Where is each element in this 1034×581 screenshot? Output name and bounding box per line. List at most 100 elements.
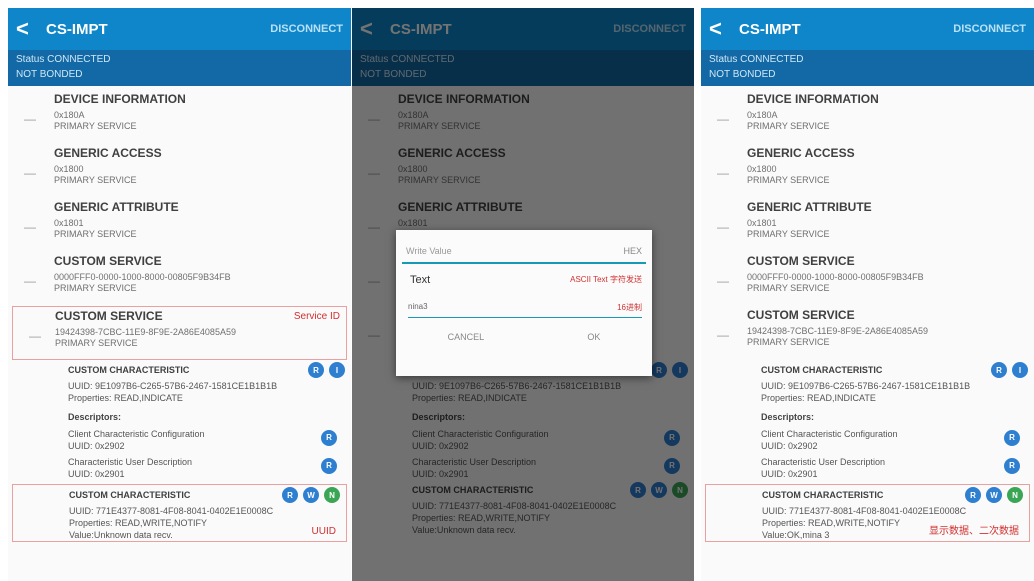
expand-icon[interactable]: — xyxy=(24,220,36,234)
service-item[interactable]: — GENERIC ATTRIBUTE 0x1801 PRIMARY SERVI… xyxy=(8,198,351,252)
write-button[interactable]: W xyxy=(303,487,319,503)
service-uuid: 0x180A xyxy=(54,110,85,120)
descriptor-uuid: UUID: 0x2902 xyxy=(68,441,125,451)
descriptors-heading: Descriptors: xyxy=(68,412,122,422)
dialog-actions: CANCEL OK xyxy=(396,332,652,342)
value-input[interactable]: nina3 16进制 xyxy=(408,302,642,318)
service-list: — DEVICE INFORMATION 0x180A PRIMARY SERV… xyxy=(701,86,1034,542)
write-value-dialog: Write Value HEX Text ASCII Text 字符发送 nin… xyxy=(396,230,652,376)
characteristic-actions: R W N xyxy=(282,487,340,503)
descriptors-heading: Descriptors: xyxy=(761,412,815,422)
descriptor-read-button[interactable]: R xyxy=(1004,430,1020,446)
service-uuid: 0x180A xyxy=(747,110,778,120)
service-item[interactable]: — CUSTOM SERVICE 0000FFF0-0000-1000-8000… xyxy=(701,252,1034,306)
expand-icon[interactable]: — xyxy=(717,274,729,288)
characteristic-actions: R I xyxy=(991,362,1028,378)
indicate-button[interactable]: I xyxy=(329,362,345,378)
read-button[interactable]: R xyxy=(991,362,1007,378)
service-item[interactable]: — CUSTOM SERVICE 19424398-7CBC-11E9-8F9E… xyxy=(701,306,1034,360)
service-uuid: 0x1801 xyxy=(54,218,84,228)
service-id-annotation: Service ID xyxy=(293,311,340,322)
read-button[interactable]: R xyxy=(965,487,981,503)
app-bar: < CS-IMPT DISCONNECT xyxy=(701,8,1034,50)
screen-panel-3: < CS-IMPT DISCONNECT Status CONNECTED NO… xyxy=(701,8,1034,581)
characteristic-item-highlighted: R W N CUSTOM CHARACTERISTIC UUID: 771E43… xyxy=(705,484,1030,542)
service-type: PRIMARY SERVICE xyxy=(54,283,137,293)
disconnect-button[interactable]: DISCONNECT xyxy=(953,23,1026,35)
app-title: CS-IMPT xyxy=(739,20,801,38)
descriptor-item: R Client Characteristic Configuration UU… xyxy=(68,424,343,452)
service-item[interactable]: — GENERIC ATTRIBUTE 0x1801 PRIMARY SERVI… xyxy=(701,198,1034,252)
descriptor-name: Client Characteristic Configuration xyxy=(761,429,898,439)
service-name: CUSTOM SERVICE xyxy=(747,308,855,322)
expand-icon[interactable]: — xyxy=(717,112,729,126)
expand-icon[interactable]: — xyxy=(717,220,729,234)
write-button[interactable]: W xyxy=(986,487,1002,503)
ok-button[interactable]: OK xyxy=(587,332,600,342)
service-item[interactable]: — GENERIC ACCESS 0x1800 PRIMARY SERVICE xyxy=(701,144,1034,198)
encoding-row: Text ASCII Text 字符发送 xyxy=(396,264,652,286)
service-item[interactable]: — DEVICE INFORMATION 0x180A PRIMARY SERV… xyxy=(701,90,1034,144)
indicate-button[interactable]: I xyxy=(1012,362,1028,378)
hex-hint: HEX xyxy=(623,246,642,256)
descriptor-uuid: UUID: 0x2901 xyxy=(68,469,125,479)
expand-icon[interactable]: — xyxy=(24,112,36,126)
service-item[interactable]: — CUSTOM SERVICE 0000FFF0-0000-1000-8000… xyxy=(8,252,351,306)
back-arrow-icon[interactable]: < xyxy=(709,18,731,40)
connection-status-bar: Status CONNECTED NOT BONDED xyxy=(8,50,351,86)
read-button[interactable]: R xyxy=(282,487,298,503)
descriptor-read-button[interactable]: R xyxy=(1004,458,1020,474)
dialog-title: Write Value xyxy=(406,246,452,256)
read-button[interactable]: R xyxy=(308,362,324,378)
service-uuid: 19424398-7CBC-11E9-8F9E-2A86E4085A59 xyxy=(747,326,928,336)
service-type: PRIMARY SERVICE xyxy=(55,338,138,348)
app-title: CS-IMPT xyxy=(46,20,108,38)
service-type: PRIMARY SERVICE xyxy=(747,229,830,239)
text-label: Text xyxy=(410,274,431,286)
service-item-highlighted[interactable]: — Service ID CUSTOM SERVICE 19424398-7CB… xyxy=(12,306,347,360)
connection-status: Status CONNECTED xyxy=(16,54,111,65)
cancel-button[interactable]: CANCEL xyxy=(448,332,485,342)
characteristic-item: R I CUSTOM CHARACTERISTIC UUID: 9E1097B6… xyxy=(701,360,1034,480)
descriptor-name: Characteristic User Description xyxy=(761,457,886,467)
encoding-options[interactable]: ASCII Text 字符发送 xyxy=(570,274,642,285)
service-uuid: 0000FFF0-0000-1000-8000-00805F9B34FB xyxy=(54,272,231,282)
service-uuid: 0x1801 xyxy=(747,218,777,228)
connection-status: Status CONNECTED xyxy=(709,54,804,65)
uuid-annotation: UUID xyxy=(311,526,336,537)
value-annotation: 显示数据、二次数据 xyxy=(929,526,1019,537)
service-type: PRIMARY SERVICE xyxy=(747,121,830,131)
service-uuid: 0x1800 xyxy=(54,164,84,174)
service-name: DEVICE INFORMATION xyxy=(54,92,186,106)
service-item[interactable]: — GENERIC ACCESS 0x1800 PRIMARY SERVICE xyxy=(8,144,351,198)
characteristic-uuid: UUID: 771E4377-8081-4F08-8041-0402E1E000… xyxy=(69,506,274,516)
characteristic-value: Value:Unknown data recv. xyxy=(69,530,173,540)
expand-icon[interactable]: — xyxy=(24,274,36,288)
back-arrow-icon[interactable]: < xyxy=(16,18,38,40)
service-type: PRIMARY SERVICE xyxy=(747,175,830,185)
disconnect-button[interactable]: DISCONNECT xyxy=(270,23,343,35)
service-type: PRIMARY SERVICE xyxy=(747,283,830,293)
descriptor-uuid: UUID: 0x2902 xyxy=(761,441,818,451)
service-name: GENERIC ACCESS xyxy=(747,146,855,160)
characteristic-properties: Properties: READ,WRITE,NOTIFY xyxy=(69,518,208,528)
characteristic-properties: Properties: READ,INDICATE xyxy=(68,393,183,403)
descriptor-read-button[interactable]: R xyxy=(321,430,337,446)
descriptor-item: R Client Characteristic Configuration UU… xyxy=(761,424,1026,452)
notify-button[interactable]: N xyxy=(1007,487,1023,503)
dialog-header: Write Value HEX xyxy=(396,230,652,256)
expand-icon[interactable]: — xyxy=(717,166,729,180)
expand-icon[interactable]: — xyxy=(29,329,41,343)
service-name: GENERIC ACCESS xyxy=(54,146,162,160)
notify-button[interactable]: N xyxy=(324,487,340,503)
characteristic-actions: R W N xyxy=(965,487,1023,503)
bond-status: NOT BONDED xyxy=(16,69,83,80)
service-item[interactable]: — DEVICE INFORMATION 0x180A PRIMARY SERV… xyxy=(8,90,351,144)
expand-icon[interactable]: — xyxy=(717,328,729,342)
connection-status-bar: Status CONNECTED NOT BONDED xyxy=(701,50,1034,86)
service-name: GENERIC ATTRIBUTE xyxy=(747,200,872,214)
descriptor-read-button[interactable]: R xyxy=(321,458,337,474)
descriptor-item: R Characteristic User Description UUID: … xyxy=(761,452,1026,480)
service-uuid: 0x1800 xyxy=(747,164,777,174)
expand-icon[interactable]: — xyxy=(24,166,36,180)
